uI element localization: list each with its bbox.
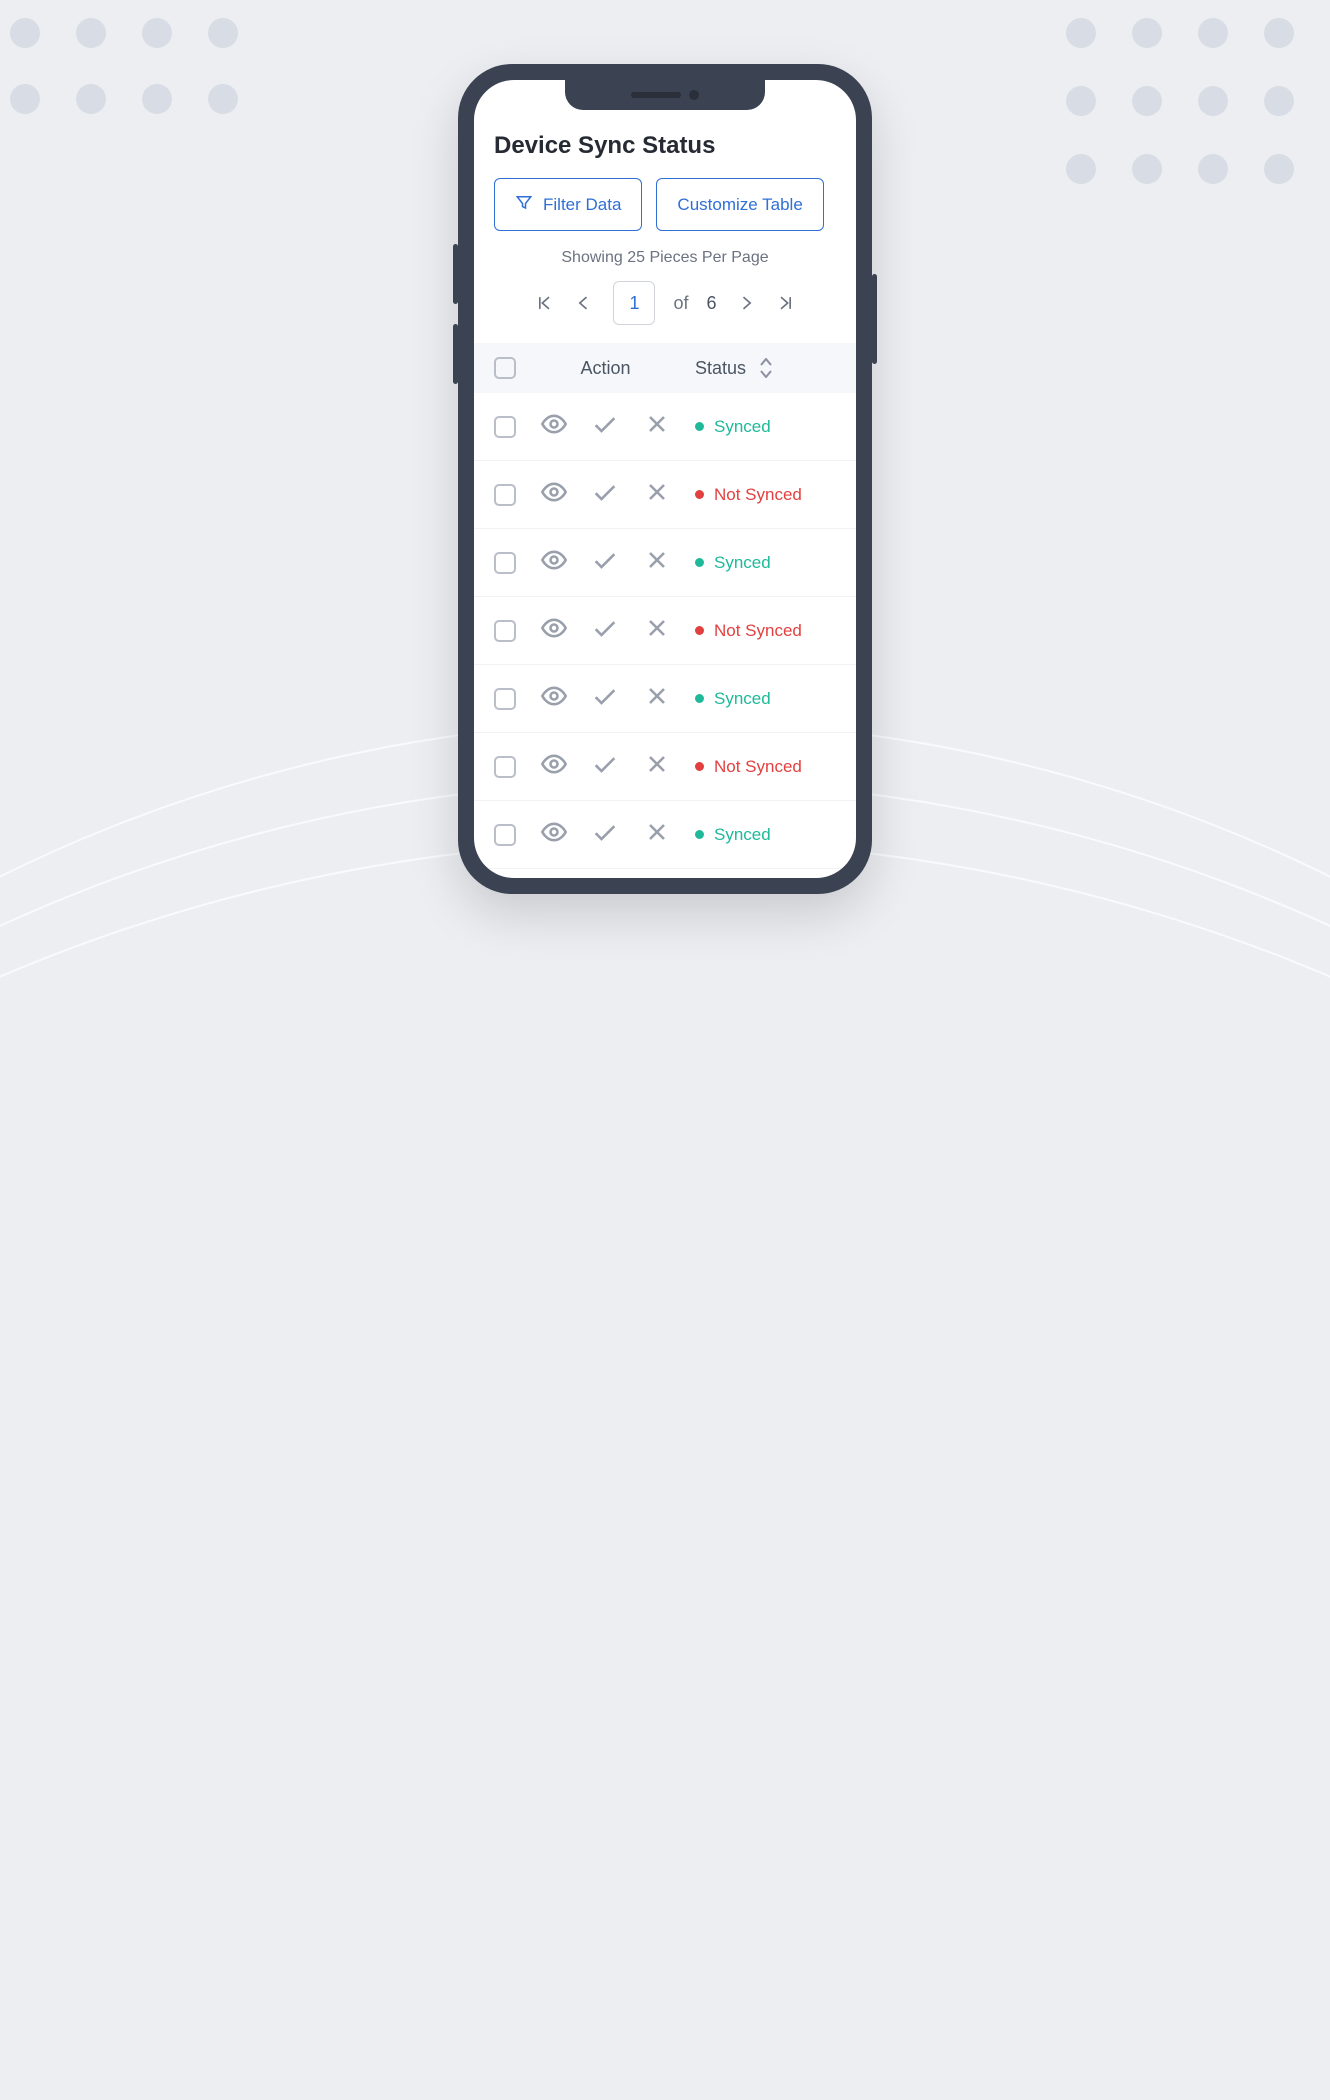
table-row: Synced [474,801,856,869]
view-icon[interactable] [540,682,568,715]
page-title: Device Sync Status [474,124,856,178]
status-badge: Synced [695,689,836,709]
phone-screen: Device Sync Status Filter Data Customize… [474,80,856,878]
row-checkbox[interactable] [494,824,516,846]
customize-button[interactable]: Customize Table [656,178,823,231]
filter-button[interactable]: Filter Data [494,178,642,231]
view-icon[interactable] [540,410,568,443]
pager-info: Showing 25 Pieces Per Page [474,249,856,267]
row-actions [528,682,683,715]
status-dot-icon [695,694,704,703]
column-status: Status [695,358,836,379]
view-icon[interactable] [540,546,568,579]
filter-button-label: Filter Data [543,195,621,215]
table-row: Not Synced [474,461,856,529]
row-actions [528,546,683,579]
pager-of-label: of [673,293,688,314]
row-actions [528,478,683,511]
approve-icon[interactable] [591,478,619,511]
reject-icon[interactable] [643,410,671,443]
reject-icon[interactable] [643,818,671,851]
row-checkbox[interactable] [494,620,516,642]
reject-icon[interactable] [643,478,671,511]
approve-icon[interactable] [591,750,619,783]
status-badge: Not Synced [695,621,836,641]
row-checkbox[interactable] [494,416,516,438]
bg-dots [1066,86,1330,116]
reject-icon[interactable] [643,750,671,783]
column-status-label: Status [695,358,746,379]
status-label: Synced [714,417,771,437]
approve-icon[interactable] [591,614,619,647]
phone-frame: Device Sync Status Filter Data Customize… [458,64,872,894]
filter-icon [515,193,533,216]
approve-icon[interactable] [591,410,619,443]
row-actions [528,614,683,647]
status-badge: Not Synced [695,757,836,777]
approve-icon[interactable] [591,682,619,715]
bg-dots [1066,154,1330,184]
status-dot-icon [695,762,704,771]
row-actions [528,750,683,783]
reject-icon[interactable] [643,682,671,715]
select-all-checkbox[interactable] [494,357,516,379]
table-header: Action Status [474,343,856,393]
reject-icon[interactable] [643,614,671,647]
next-page-button[interactable] [735,292,757,314]
status-label: Not Synced [714,621,802,641]
status-label: Synced [714,553,771,573]
table-row: Synced [474,665,856,733]
reject-icon[interactable] [643,546,671,579]
status-dot-icon [695,626,704,635]
bg-arc [0,840,1330,2100]
table: Action Status Synced Not Synced Synced Not … [474,343,856,878]
status-badge: Synced [695,553,836,573]
row-actions [528,818,683,851]
approve-icon[interactable] [591,818,619,851]
status-dot-icon [695,558,704,567]
table-row: Synced [474,393,856,461]
toolbar: Filter Data Customize Table [474,178,856,249]
status-badge: Synced [695,825,836,845]
status-label: Synced [714,825,771,845]
prev-page-button[interactable] [573,292,595,314]
status-badge: Synced [695,417,836,437]
phone-notch [565,80,765,110]
row-checkbox[interactable] [494,756,516,778]
status-badge: Not Synced [695,485,836,505]
status-label: Not Synced [714,757,802,777]
approve-icon[interactable] [591,546,619,579]
page-input[interactable] [613,281,655,325]
table-row: Not Synced [474,869,856,878]
status-dot-icon [695,422,704,431]
row-checkbox[interactable] [494,484,516,506]
table-row: Not Synced [474,597,856,665]
view-icon[interactable] [540,478,568,511]
sort-status-button[interactable] [760,358,772,378]
bg-dots [10,18,238,114]
bg-dots [1066,18,1330,48]
column-action: Action [528,358,683,379]
pager-total: 6 [707,293,717,314]
pager: of 6 [474,281,856,325]
view-icon[interactable] [540,750,568,783]
status-dot-icon [695,830,704,839]
row-checkbox[interactable] [494,552,516,574]
row-actions [528,410,683,443]
status-dot-icon [695,490,704,499]
view-icon[interactable] [540,614,568,647]
table-row: Not Synced [474,733,856,801]
status-label: Not Synced [714,485,802,505]
table-row: Synced [474,529,856,597]
row-checkbox[interactable] [494,688,516,710]
view-icon[interactable] [540,818,568,851]
last-page-button[interactable] [775,292,797,314]
first-page-button[interactable] [533,292,555,314]
status-label: Synced [714,689,771,709]
customize-button-label: Customize Table [677,195,802,215]
